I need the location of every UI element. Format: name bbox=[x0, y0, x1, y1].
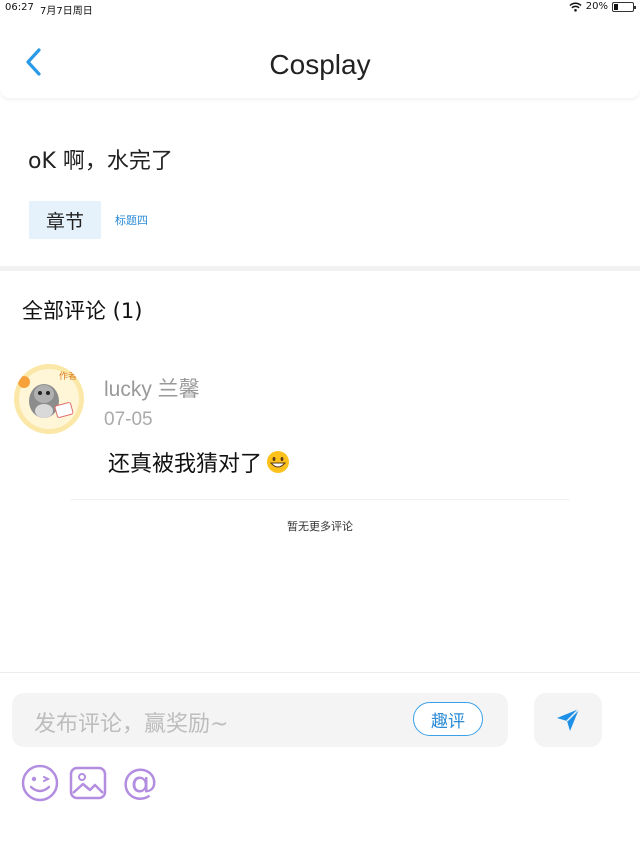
qu-ping-button[interactable]: 趣评 bbox=[413, 702, 483, 736]
avatar-badge: 作者 bbox=[59, 372, 78, 382]
at-icon[interactable]: @ bbox=[120, 763, 160, 803]
wifi-icon bbox=[569, 2, 582, 12]
comments-heading: 全部评论 (1) bbox=[22, 299, 143, 323]
status-time: 06:27 bbox=[5, 2, 34, 13]
list-divider bbox=[70, 499, 570, 500]
chapter-tag[interactable]: 章节 bbox=[29, 201, 101, 239]
post-text: oK 啊，水完了 bbox=[28, 149, 173, 174]
grinning-emoji-icon bbox=[267, 451, 290, 473]
comment-composer: 发布评论，赢奖励~ 趣评 @ bbox=[0, 672, 640, 854]
status-right: 20% bbox=[569, 1, 636, 12]
page-title: Cosplay bbox=[269, 49, 371, 80]
status-date: 7月7日周日 bbox=[40, 6, 93, 17]
send-button[interactable] bbox=[534, 693, 602, 747]
comment-input-placeholder: 发布评论，赢奖励~ bbox=[34, 712, 229, 737]
chapter-title-link[interactable]: 标题四 bbox=[115, 212, 148, 228]
battery-percent: 20% bbox=[585, 1, 608, 12]
avatar[interactable]: 作者 bbox=[14, 364, 84, 434]
no-more-comments: 暂无更多评论 bbox=[287, 520, 353, 533]
status-bar: 06:27 7月7日周日 20% bbox=[0, 0, 640, 17]
image-icon[interactable] bbox=[68, 763, 108, 803]
svg-text:@: @ bbox=[122, 763, 158, 803]
comment-input[interactable]: 发布评论，赢奖励~ 趣评 bbox=[12, 693, 508, 747]
comment-text-content: 还真被我猜对了 bbox=[108, 452, 263, 477]
section-divider bbox=[0, 266, 640, 271]
nav-header: Cosplay bbox=[0, 22, 640, 98]
comment-text: 还真被我猜对了 bbox=[108, 446, 290, 478]
comment-date: 07-05 bbox=[104, 409, 153, 430]
send-icon bbox=[557, 708, 580, 731]
emoji-icon[interactable] bbox=[20, 763, 60, 803]
comment-username[interactable]: lucky 兰馨 bbox=[104, 373, 200, 403]
battery-icon bbox=[612, 1, 636, 12]
